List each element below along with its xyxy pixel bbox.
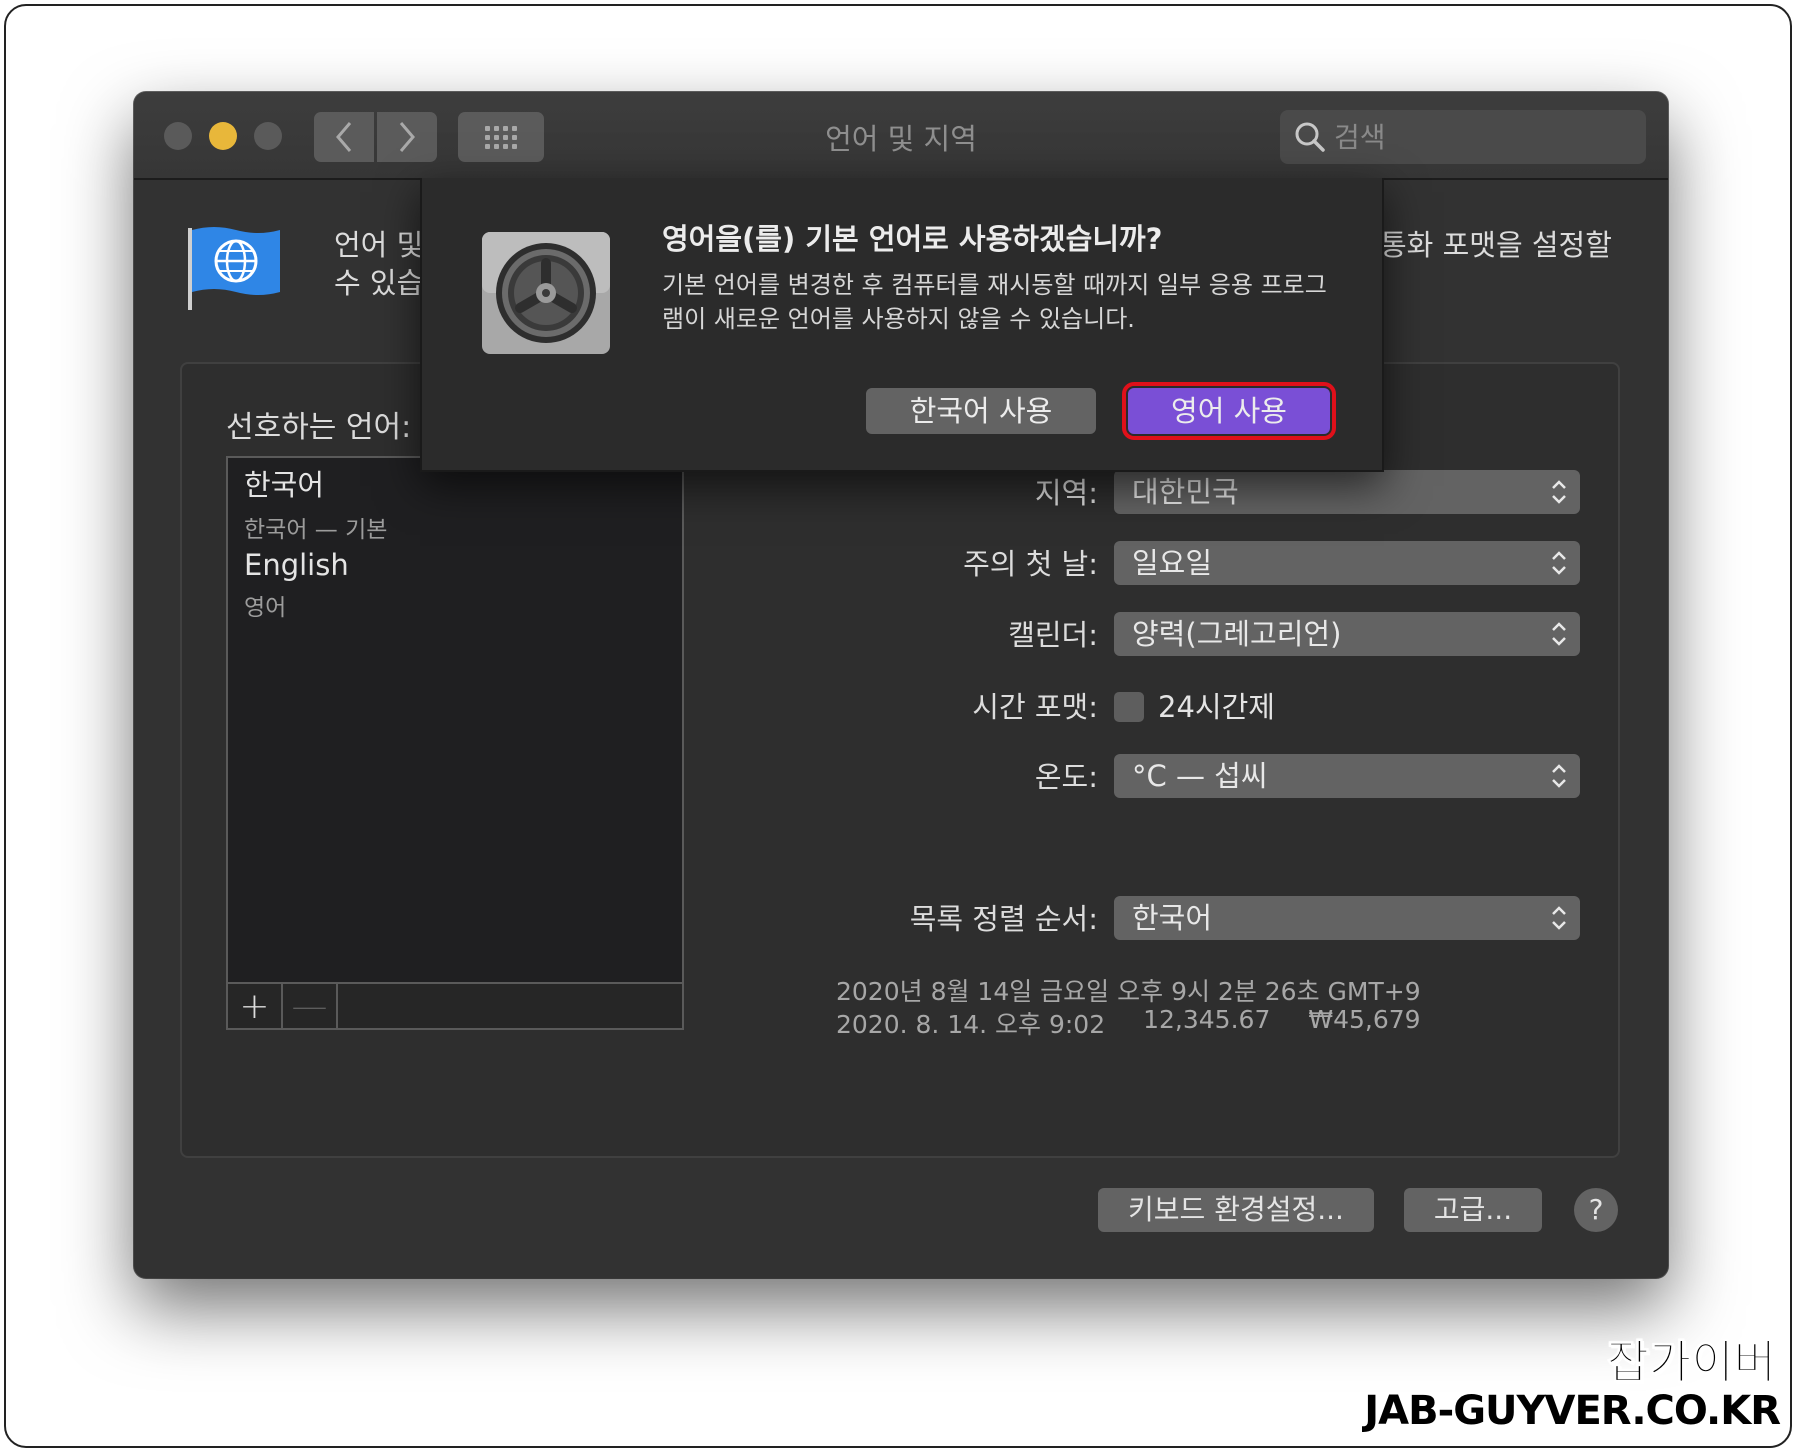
calendar-popup[interactable]: 양력(그레고리언) xyxy=(1114,612,1580,656)
updown-arrows-icon xyxy=(1552,551,1566,575)
title-bar: 언어 및 지역 xyxy=(134,92,1668,180)
sample-formats: 2020. 8. 14. 오후 9:02 12,345.67 ₩45,679 xyxy=(836,1005,1421,1041)
time-format-label: 시간 포맷: xyxy=(972,690,1098,724)
first-day-row: 주의 첫 날: 일요일 xyxy=(634,541,1594,587)
updown-arrows-icon xyxy=(1552,622,1566,646)
24-hour-label[interactable]: 24시간제 xyxy=(1158,684,1275,730)
remove-language-button[interactable]: — xyxy=(283,984,338,1028)
help-button[interactable]: ? xyxy=(1574,1188,1618,1232)
search-icon xyxy=(1295,122,1325,152)
dialog-message: 기본 언어를 변경한 후 컴퓨터를 재시동할 때까지 일부 응용 프로그 램이 … xyxy=(662,271,1327,333)
preferred-languages-list[interactable]: 한국어 한국어 — 기본 English 영어 + — xyxy=(226,456,684,1030)
add-language-button[interactable]: + xyxy=(228,984,283,1028)
keyboard-preferences-button[interactable]: 키보드 환경설정... xyxy=(1098,1188,1374,1232)
sample-date-short: 2020. 8. 14. 오후 9:02 xyxy=(836,1010,1106,1039)
list-item[interactable]: English 영어 xyxy=(244,548,349,622)
use-english-button[interactable]: 영어 사용 xyxy=(1122,382,1336,440)
search-input[interactable] xyxy=(1334,120,1634,154)
gear-icon xyxy=(482,232,610,354)
calendar-label: 캘린더: xyxy=(1008,618,1098,652)
sort-order-popup[interactable]: 한국어 xyxy=(1114,896,1580,940)
flag-globe-icon xyxy=(188,227,280,310)
sort-order-label: 목록 정렬 순서: xyxy=(909,902,1098,936)
dialog-title: 영어을(를) 기본 언어로 사용하겠습니까? xyxy=(662,222,1163,256)
preferred-languages-label: 선호하는 언어: xyxy=(226,410,412,445)
intro-text: 언어 및 수 있습 xyxy=(334,228,424,300)
use-korean-button[interactable]: 한국어 사용 xyxy=(866,388,1096,434)
list-toolbar: + — xyxy=(228,982,682,1028)
watermark-korean: 잡가이버 xyxy=(1606,1335,1776,1390)
search-field[interactable] xyxy=(1280,110,1646,164)
sort-order-row: 목록 정렬 순서: 한국어 xyxy=(634,896,1594,942)
system-preferences-window: 언어 및 지역 언어 및 수 있습 통화 포맷을 설정할 선호하는 언어: 한국… xyxy=(134,92,1668,1278)
time-format-row: 시간 포맷: 24시간제 xyxy=(634,684,1594,730)
temperature-popup[interactable]: °C — 섭씨 xyxy=(1114,754,1580,798)
sample-number: 12,345.67 xyxy=(1143,1005,1271,1034)
temperature-label: 온도: xyxy=(1034,760,1098,794)
calendar-row: 캘린더: 양력(그레고리언) xyxy=(634,612,1594,658)
first-day-popup[interactable]: 일요일 xyxy=(1114,541,1580,585)
sample-date-long: 2020년 8월 14일 금요일 오후 9시 2분 26초 GMT+9 xyxy=(836,977,1421,1006)
region-row: 지역: 대한민국 xyxy=(634,470,1594,516)
advanced-button[interactable]: 고급... xyxy=(1404,1188,1542,1232)
list-item[interactable]: 한국어 한국어 — 기본 xyxy=(244,462,387,544)
updown-arrows-icon xyxy=(1552,764,1566,788)
region-popup[interactable]: 대한민국 xyxy=(1114,470,1580,514)
temperature-row: 온도: °C — 섭씨 xyxy=(634,754,1594,800)
updown-arrows-icon xyxy=(1552,906,1566,930)
watermark-domain: JAB-GUYVER.CO.KR xyxy=(1364,1388,1781,1434)
first-day-label: 주의 첫 날: xyxy=(963,547,1098,581)
region-label: 지역: xyxy=(1034,476,1098,510)
confirm-language-dialog: 영어을(를) 기본 언어로 사용하겠습니까? 기본 언어를 변경한 후 컴퓨터를… xyxy=(420,178,1384,472)
intro-text-right: 통화 포맷을 설정할 xyxy=(1380,228,1612,262)
24-hour-checkbox[interactable] xyxy=(1114,692,1144,722)
updown-arrows-icon xyxy=(1552,480,1566,504)
sample-currency: ₩45,679 xyxy=(1308,1005,1421,1034)
